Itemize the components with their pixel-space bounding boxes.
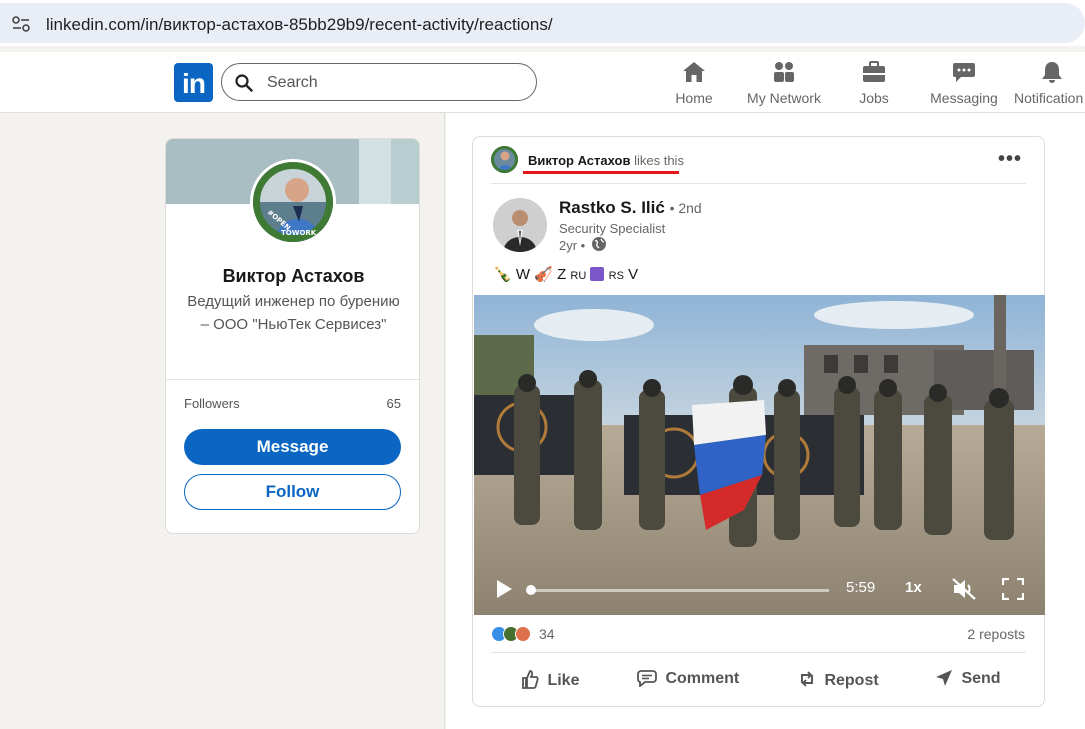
nav-jobs[interactable]: Jobs bbox=[856, 60, 892, 110]
nav-my-network[interactable]: My Network bbox=[744, 60, 824, 110]
search-input[interactable] bbox=[267, 72, 527, 94]
post-text: 🍾 W 🎻 Z RU RS V bbox=[493, 265, 638, 283]
more-options-icon[interactable]: ••• bbox=[998, 148, 1022, 171]
linkedin-top-nav: in Home My Network Jobs Messagi bbox=[0, 52, 1085, 113]
nav-messaging[interactable]: Messaging bbox=[928, 60, 1000, 110]
activity-post: Виктор Астахов likes this ••• Rastko S. … bbox=[472, 136, 1045, 707]
search-icon bbox=[235, 74, 253, 92]
reposts-count[interactable]: 2 reposts bbox=[967, 626, 1025, 642]
site-settings-icon[interactable] bbox=[12, 16, 30, 32]
actor-photo bbox=[491, 146, 518, 173]
mute-icon[interactable] bbox=[951, 577, 977, 601]
url-text[interactable]: linkedin.com/in/виктор-астахов-85bb29b9/… bbox=[46, 15, 553, 35]
orthodox-cross-emoji-icon bbox=[590, 267, 605, 281]
post-text-rs: RS bbox=[608, 270, 624, 282]
followers-label: Followers bbox=[184, 396, 240, 411]
video-progress-handle[interactable] bbox=[526, 585, 536, 595]
browser-address-bar: linkedin.com/in/виктор-астахов-85bb29b9/… bbox=[0, 0, 1085, 46]
search-bar[interactable] bbox=[221, 63, 537, 101]
violin-emoji-icon: 🎻 bbox=[534, 266, 553, 283]
reactions-count: 34 bbox=[539, 626, 555, 642]
activity-header: Виктор Астахов likes this bbox=[528, 153, 684, 168]
comment-button[interactable]: Comment bbox=[637, 669, 739, 693]
author-name-text[interactable]: Rastko S. Ilić bbox=[559, 198, 665, 217]
author-name[interactable]: Rastko S. Ilić • 2nd bbox=[559, 198, 702, 218]
fullscreen-icon[interactable] bbox=[1002, 578, 1024, 600]
post-text-w: W bbox=[515, 266, 531, 283]
jobs-icon bbox=[863, 61, 885, 82]
notifications-icon bbox=[1042, 62, 1062, 83]
post-text-ru: RU bbox=[570, 270, 587, 282]
send-icon bbox=[936, 670, 952, 686]
nav-my-network-label: My Network bbox=[747, 90, 821, 106]
profile-photo: #OPEN TOWORK bbox=[253, 162, 333, 242]
repost-label: Repost bbox=[824, 672, 879, 689]
send-label: Send bbox=[961, 670, 1001, 687]
svg-text:TOWORK: TOWORK bbox=[281, 229, 317, 237]
nav-notifications-label: Notification bbox=[1014, 90, 1084, 106]
message-button[interactable]: Message bbox=[184, 429, 401, 465]
author-title: Security Specialist bbox=[559, 221, 666, 236]
home-icon bbox=[683, 62, 705, 82]
connection-degree: • 2nd bbox=[669, 200, 702, 216]
send-button[interactable]: Send bbox=[935, 669, 1001, 693]
post-text-z: Z bbox=[557, 266, 567, 283]
profile-headline: Ведущий инженер по бурению – ООО "НьюТек… bbox=[187, 293, 400, 333]
followers-count: 65 bbox=[386, 396, 401, 411]
post-age: 2yr • bbox=[559, 238, 586, 253]
repost-icon bbox=[801, 671, 813, 687]
author-photo bbox=[493, 198, 547, 252]
video-time: 5:59 bbox=[846, 579, 876, 596]
messaging-icon bbox=[953, 63, 975, 82]
linkedin-logo[interactable]: in bbox=[174, 63, 213, 102]
divider bbox=[491, 652, 1026, 653]
video-controls: 5:59 1x bbox=[474, 565, 1045, 615]
globe-icon bbox=[592, 237, 606, 251]
url-field[interactable]: linkedin.com/in/виктор-астахов-85bb29b9/… bbox=[0, 3, 1085, 43]
love-reaction-icon bbox=[515, 626, 531, 642]
follow-button[interactable]: Follow bbox=[184, 474, 401, 510]
playback-speed-button[interactable]: 1x bbox=[905, 579, 922, 596]
red-underline-annotation bbox=[523, 171, 679, 174]
activity-actor-name[interactable]: Виктор Астахов bbox=[528, 153, 630, 168]
video-progress-bar[interactable] bbox=[529, 589, 829, 592]
nav-home-label: Home bbox=[675, 90, 713, 106]
post-text-v: V bbox=[628, 266, 639, 283]
comment-icon bbox=[637, 670, 657, 688]
nav-messaging-label: Messaging bbox=[930, 90, 998, 106]
play-icon[interactable] bbox=[494, 579, 514, 599]
profile-avatar[interactable]: #OPEN TOWORK bbox=[250, 159, 336, 245]
divider bbox=[166, 379, 419, 380]
repost-button[interactable]: Repost bbox=[798, 669, 879, 693]
like-label: Like bbox=[547, 672, 580, 689]
my-network-icon bbox=[774, 62, 794, 82]
activity-verb: likes this bbox=[634, 153, 684, 168]
like-icon bbox=[522, 670, 539, 689]
nav-home[interactable]: Home bbox=[671, 60, 717, 110]
video-player[interactable]: 5:59 1x bbox=[474, 295, 1045, 615]
divider bbox=[491, 183, 1026, 184]
author-avatar[interactable] bbox=[493, 198, 547, 252]
nav-notifications[interactable]: Notification bbox=[1014, 60, 1085, 110]
nav-jobs-label: Jobs bbox=[859, 90, 889, 106]
activity-actor-avatar[interactable] bbox=[491, 146, 518, 173]
like-button[interactable]: Like bbox=[521, 669, 579, 693]
profile-name[interactable]: Виктор Астахов bbox=[166, 266, 419, 287]
bottle-emoji-icon: 🍾 bbox=[493, 266, 512, 283]
comment-label: Comment bbox=[665, 670, 740, 687]
cover-decoration bbox=[391, 139, 419, 204]
profile-card: #OPEN TOWORK Виктор Астахов Ведущий инже… bbox=[165, 138, 420, 534]
